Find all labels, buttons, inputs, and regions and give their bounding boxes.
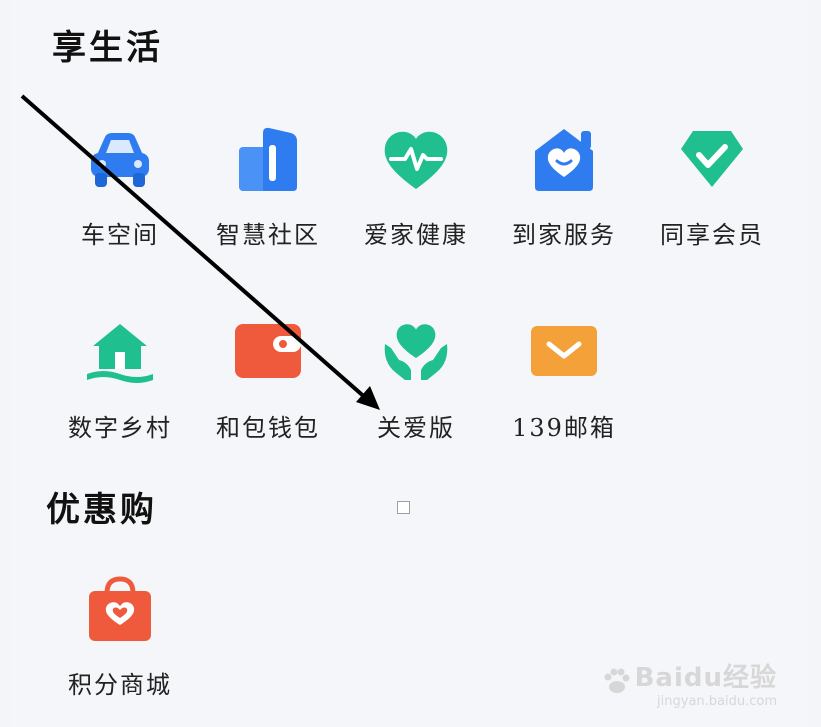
watermark-main: Baidu经验 xyxy=(634,662,777,693)
tile-label: 139邮箱 xyxy=(512,414,616,442)
tile-label: 数字乡村 xyxy=(68,414,172,442)
tile-wallet[interactable]: 和包钱包 xyxy=(193,318,343,468)
tile-label: 关爱版 xyxy=(377,414,455,442)
tile-care-edition[interactable]: 关爱版 xyxy=(341,318,491,468)
village-house-icon xyxy=(87,324,153,383)
tile-139-mail[interactable]: 139邮箱 xyxy=(489,318,639,468)
membership-diamond-icon xyxy=(681,131,743,187)
tile-home-health[interactable]: 爱家健康 xyxy=(341,125,491,275)
tile-smart-community[interactable]: 智慧社区 xyxy=(193,125,343,275)
tile-home-service[interactable]: 到家服务 xyxy=(489,125,639,275)
community-building-icon xyxy=(239,127,297,191)
care-hands-heart-icon xyxy=(384,324,448,380)
paw-logo-icon xyxy=(604,668,629,693)
tile-label: 爱家健康 xyxy=(364,221,468,249)
section-title-deals: 优惠购 xyxy=(46,490,157,530)
section-title-life: 享生活 xyxy=(52,28,163,68)
home-heart-icon xyxy=(535,129,593,191)
tile-label: 车空间 xyxy=(81,221,159,249)
heart-pulse-icon xyxy=(384,131,448,189)
tile-label: 同享会员 xyxy=(660,221,764,249)
baidu-watermark: Baidu经验 jingyan.baidu.com xyxy=(602,657,777,709)
tile-label: 到家服务 xyxy=(512,221,616,249)
tile-label: 智慧社区 xyxy=(216,221,320,249)
tile-shared-membership[interactable]: 同享会员 xyxy=(637,125,787,275)
car-icon xyxy=(91,133,149,187)
tile-car-space[interactable]: 车空间 xyxy=(45,125,195,275)
wallet-icon xyxy=(235,324,301,378)
tile-points-mall[interactable]: 积分商城 xyxy=(45,575,195,725)
tile-label: 和包钱包 xyxy=(216,414,320,442)
tile-digital-village[interactable]: 数字乡村 xyxy=(45,318,195,468)
tile-label: 积分商城 xyxy=(68,671,172,699)
mail-icon xyxy=(531,326,597,376)
placeholder-checkbox xyxy=(397,501,410,514)
points-mall-bag-icon xyxy=(89,576,151,641)
watermark-sub: jingyan.baidu.com xyxy=(657,694,777,709)
service-panel: 享生活 车空间 智慧社区 爱家健康 到家服务 同享会员 数字乡村 和包钱包 关爱… xyxy=(10,0,808,727)
